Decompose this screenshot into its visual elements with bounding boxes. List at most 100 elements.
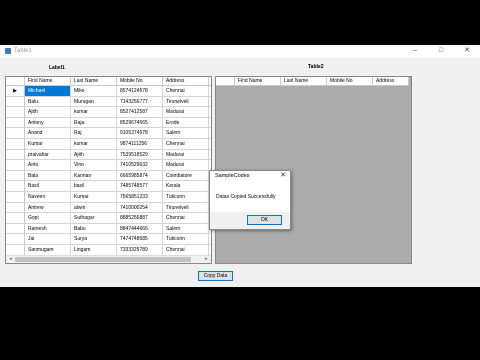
cell-address[interactable]: Chennai: [163, 244, 209, 256]
cell-first-name[interactable]: pralvahar: [25, 149, 71, 161]
table-row[interactable]: Basil basil 7485748577 Kerala: [6, 181, 211, 192]
row-header[interactable]: [6, 96, 25, 108]
cell-first-name[interactable]: Gopi: [25, 213, 71, 224]
row-header[interactable]: [6, 160, 25, 171]
cell-mobile-no[interactable]: 8885256887: [117, 213, 163, 224]
row-header[interactable]: [6, 117, 25, 129]
cell-first-name[interactable]: Antrew: [25, 202, 71, 214]
cell-first-name[interactable]: Anto: [25, 160, 71, 171]
cell-last-name[interactable]: Babu: [71, 223, 117, 235]
cell-last-name[interactable]: Mike: [71, 86, 117, 97]
table-row[interactable]: Ajith kumar 8527412587 Madurai: [6, 107, 211, 118]
table-row[interactable]: pralvahar Ajith 7539518529 Madurai: [6, 149, 211, 161]
cell-first-name[interactable]: Michael: [25, 86, 71, 97]
column-header-last-name[interactable]: Last Name: [281, 77, 327, 86]
scroll-thumb[interactable]: [15, 257, 191, 262]
table-row[interactable]: Anto Vino 7410529632 Madurai: [6, 160, 211, 171]
row-header[interactable]: [6, 202, 25, 214]
cell-last-name[interactable]: Raja: [71, 117, 117, 129]
row-header[interactable]: [6, 213, 25, 224]
row-header[interactable]: [6, 149, 25, 161]
cell-last-name[interactable]: Murugan: [71, 96, 117, 108]
cell-address[interactable]: Tuticorin: [163, 234, 209, 245]
row-header[interactable]: [6, 223, 25, 235]
cell-address[interactable]: Erode: [163, 117, 209, 129]
cell-first-name[interactable]: Balu: [25, 96, 71, 108]
row-header[interactable]: [6, 170, 25, 182]
cell-mobile-no[interactable]: 8527412587: [117, 107, 163, 118]
cell-first-name[interactable]: Anand: [25, 128, 71, 139]
cell-first-name[interactable]: Ramesh: [25, 223, 71, 235]
row-header[interactable]: ▶: [6, 86, 25, 97]
table-row[interactable]: ▶ Michael Mike 8574124578 Chennai: [6, 86, 211, 97]
cell-mobile-no[interactable]: 7539518529: [117, 149, 163, 161]
cell-last-name[interactable]: Surya: [71, 234, 117, 245]
cell-last-name[interactable]: kumar: [71, 138, 117, 150]
column-header-address[interactable]: Address: [163, 77, 209, 86]
cell-extra[interactable]: [209, 117, 211, 129]
cell-mobile-no[interactable]: 7474748585: [117, 234, 163, 245]
column-header-last-name[interactable]: Last Name: [71, 77, 117, 86]
cell-address[interactable]: Tirunelveli: [163, 202, 209, 214]
cell-mobile-no[interactable]: 7485748577: [117, 181, 163, 192]
dialog-close-icon[interactable]: ✕: [280, 172, 286, 180]
cell-address[interactable]: Madurai: [163, 160, 209, 171]
cell-extra[interactable]: [209, 244, 211, 256]
cell-first-name[interactable]: Sanmugam: [25, 244, 71, 256]
cell-first-name[interactable]: Bala: [25, 170, 71, 182]
cell-extra[interactable]: [209, 107, 211, 118]
cell-extra[interactable]: [209, 138, 211, 150]
cell-last-name[interactable]: Kumar: [71, 191, 117, 203]
cell-address[interactable]: Chennai: [163, 138, 209, 150]
cell-last-name[interactable]: basil: [71, 181, 117, 192]
cell-last-name[interactable]: Vino: [71, 160, 117, 171]
cell-extra[interactable]: [209, 234, 211, 245]
cell-address[interactable]: Madurai: [163, 107, 209, 118]
row-header[interactable]: [6, 181, 25, 192]
cell-last-name[interactable]: Kannan: [71, 170, 117, 182]
table-row[interactable]: Kumar kumar 9874111256 Chennai: [6, 138, 211, 150]
close-button[interactable]: ✕: [462, 46, 472, 56]
scroll-right-icon[interactable]: ▸: [203, 256, 210, 263]
cell-extra[interactable]: [209, 149, 211, 161]
cell-mobile-no[interactable]: 8529674565: [117, 117, 163, 129]
table-row[interactable]: Jai Surya 7474748585 Tuticorin: [6, 234, 211, 245]
minimize-button[interactable]: –: [410, 46, 420, 56]
cell-address[interactable]: Coimbatore: [163, 170, 209, 182]
column-header-first-name[interactable]: First Name: [235, 77, 281, 86]
cell-extra[interactable]: [209, 128, 211, 139]
ok-button[interactable]: OK: [247, 215, 282, 225]
cell-mobile-no[interactable]: 9874111256: [117, 138, 163, 150]
column-header-mobile-no[interactable]: Mobile No: [327, 77, 373, 86]
cell-mobile-no[interactable]: 7410529632: [117, 160, 163, 171]
cell-extra[interactable]: [209, 86, 211, 97]
cell-address[interactable]: Chennai: [163, 213, 209, 224]
column-header-first-name[interactable]: First Name: [25, 77, 71, 86]
table-row[interactable]: Naveen Kumar 7565851233 Tuticorin: [6, 191, 211, 203]
cell-mobile-no[interactable]: 8574124578: [117, 86, 163, 97]
table-row[interactable]: Sanmugam Lingam 7333325789 Chennai: [6, 244, 211, 256]
table-row[interactable]: Ramesh Babu 8847444666 Salem: [6, 223, 211, 235]
horizontal-scrollbar[interactable]: ◂ ▸: [6, 255, 211, 263]
cell-mobile-no[interactable]: 9105374578: [117, 128, 163, 139]
cell-first-name[interactable]: Antony: [25, 117, 71, 129]
table-row[interactable]: Antony Raja 8529674565 Erode: [6, 117, 211, 129]
row-header[interactable]: [6, 234, 25, 245]
data-grid-1[interactable]: First Name Last Name Mobile No Address ▶…: [5, 76, 212, 264]
cell-mobile-no[interactable]: 7410000254: [117, 202, 163, 214]
row-header[interactable]: [6, 138, 25, 150]
table-row[interactable]: Gopi Suthagar 8885256887 Chennai: [6, 213, 211, 224]
copy-data-button[interactable]: Copy Data: [198, 271, 233, 281]
cell-last-name[interactable]: Suthagar: [71, 213, 117, 224]
cell-first-name[interactable]: Ajith: [25, 107, 71, 118]
maximize-button[interactable]: □: [436, 46, 446, 56]
cell-address[interactable]: Kerala: [163, 181, 209, 192]
cell-last-name[interactable]: Ajith: [71, 149, 117, 161]
cell-mobile-no[interactable]: 7143256777: [117, 96, 163, 108]
cell-first-name[interactable]: Jai: [25, 234, 71, 245]
cell-mobile-no[interactable]: 8847444666: [117, 223, 163, 235]
cell-first-name[interactable]: Kumar: [25, 138, 71, 150]
cell-extra[interactable]: [209, 96, 211, 108]
cell-last-name[interactable]: kumar: [71, 107, 117, 118]
cell-first-name[interactable]: Basil: [25, 181, 71, 192]
